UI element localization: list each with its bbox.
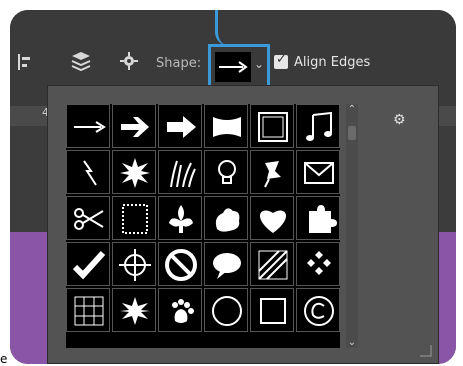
- shape-grass[interactable]: [158, 150, 202, 194]
- check-icon: ✓: [276, 52, 287, 67]
- shape-circle-outline[interactable]: [204, 288, 248, 332]
- align-edges-label: Align Edges: [294, 55, 371, 70]
- shape-puzzle-piece[interactable]: [296, 196, 340, 240]
- shape-music-note[interactable]: [296, 104, 340, 148]
- layer-stack-icon[interactable]: [68, 50, 94, 74]
- chevron-down-icon: ⌄: [254, 57, 265, 71]
- shape-heart[interactable]: [250, 196, 294, 240]
- shape-paw-print[interactable]: [158, 288, 202, 332]
- shape-grid: [66, 104, 340, 348]
- chevron-down-icon[interactable]: ⌄: [346, 337, 358, 348]
- shape-copyright[interactable]: [296, 288, 340, 332]
- shape-grid-scrollbar[interactable]: ⌃ ⌄: [346, 104, 358, 348]
- align-icon[interactable]: [18, 54, 32, 70]
- gear-icon[interactable]: ⚙: [393, 112, 406, 128]
- shape-pushpin[interactable]: [250, 150, 294, 194]
- selected-shape-preview: [215, 52, 251, 82]
- shape-speech-bubble[interactable]: [204, 242, 248, 286]
- shape-arrow-right-block[interactable]: [158, 104, 202, 148]
- shape-picker-button[interactable]: ⌄: [208, 44, 270, 90]
- callout-line: [215, 10, 240, 46]
- shape-diagonal-lines[interactable]: [250, 242, 294, 286]
- shape-target-crosshair[interactable]: [112, 242, 156, 286]
- chevron-up-icon[interactable]: ⌃: [346, 104, 358, 115]
- shape-no-sign[interactable]: [158, 242, 202, 286]
- shape-picker-panel: ⚙ ⌃ ⌄: [47, 85, 439, 364]
- shape-star-burst-2[interactable]: [112, 288, 156, 332]
- shape-stamp-frame[interactable]: [112, 196, 156, 240]
- shape-ornament[interactable]: [204, 196, 248, 240]
- shape-light-bulb[interactable]: [204, 150, 248, 194]
- shape-checkerboard-diamonds[interactable]: [296, 242, 340, 286]
- shape-envelope[interactable]: [296, 150, 340, 194]
- shape-checkmark[interactable]: [66, 242, 110, 286]
- shape-scissors[interactable]: [66, 196, 110, 240]
- cutoff-text: e: [0, 352, 10, 366]
- shape-grid[interactable]: [66, 288, 110, 332]
- shape-starburst[interactable]: [112, 150, 156, 194]
- shape-arrow-right-thin[interactable]: [66, 104, 110, 148]
- resize-grip-icon[interactable]: [420, 345, 432, 357]
- app-frame: Shape: ⌄ ✓ Align Edges 4 ⚙ ⌃ ⌄: [10, 10, 456, 364]
- shape-label: Shape:: [156, 56, 202, 71]
- gear-icon[interactable]: [120, 52, 138, 70]
- shape-banner[interactable]: [204, 104, 248, 148]
- shape-square-frame[interactable]: [250, 104, 294, 148]
- shape-lightning-bolt[interactable]: [66, 150, 110, 194]
- shape-arrow-right-bold[interactable]: [112, 104, 156, 148]
- scroll-thumb[interactable]: [348, 126, 356, 140]
- shape-square-filled[interactable]: [250, 288, 294, 332]
- shape-fleur-de-lis[interactable]: [158, 196, 202, 240]
